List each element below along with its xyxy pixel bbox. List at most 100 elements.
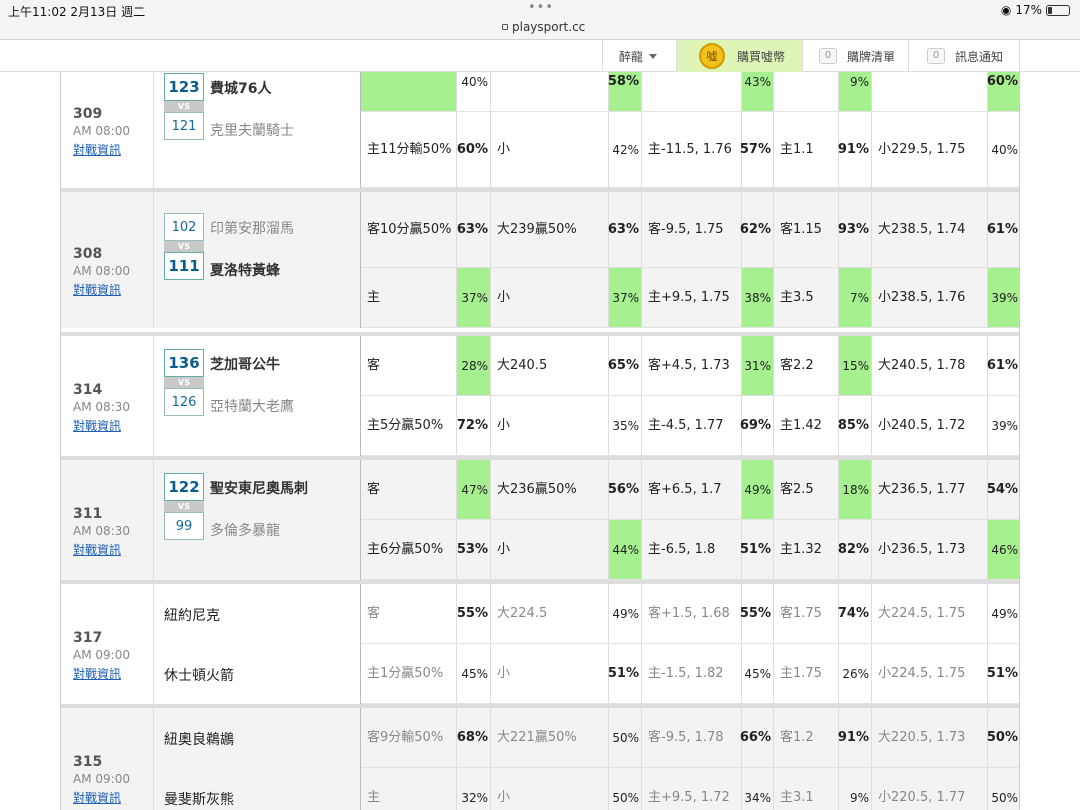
more-dots-icon[interactable]: ••• — [528, 0, 554, 15]
odds-cell[interactable]: 小220.5, 1.77 — [872, 768, 988, 810]
odds-cell[interactable]: 客 — [361, 460, 457, 520]
odds-cell[interactable]: 客-9.5, 1.78 — [642, 708, 742, 768]
odds-percent-cell[interactable]: 31% — [742, 336, 774, 396]
odds-percent-cell[interactable]: 62% — [740, 192, 774, 268]
matchup-info-link[interactable]: 對戰資訊 — [73, 541, 121, 558]
odds-cell[interactable]: 大236贏50% — [491, 460, 609, 520]
odds-percent-cell[interactable]: 43% — [742, 72, 774, 112]
odds-percent-cell[interactable]: 9% — [839, 72, 872, 112]
odds-cell[interactable]: 客 — [361, 336, 457, 396]
odds-cell[interactable]: 主 — [361, 768, 457, 810]
odds-percent-cell[interactable]: 61% — [987, 192, 1019, 268]
odds-percent-cell[interactable]: 15% — [839, 336, 872, 396]
odds-cell[interactable]: 客1.2 — [774, 708, 839, 768]
odds-cell[interactable]: 客1.15 — [774, 192, 839, 268]
odds-cell[interactable]: 大239贏50% — [491, 192, 609, 268]
odds-cell[interactable]: 小236.5, 1.73 — [872, 520, 988, 580]
odds-cell[interactable]: 主3.5 — [774, 268, 839, 328]
odds-percent-cell[interactable]: 42% — [609, 112, 642, 188]
odds-cell[interactable]: 客2.5 — [774, 460, 839, 520]
odds-percent-cell[interactable]: 50% — [987, 708, 1019, 768]
odds-percent-cell[interactable]: 49% — [988, 584, 1019, 644]
odds-percent-cell[interactable]: 18% — [839, 460, 872, 520]
odds-percent-cell[interactable]: 39% — [988, 268, 1019, 328]
odds-cell[interactable]: 主 — [361, 268, 457, 328]
matchup-info-link[interactable]: 對戰資訊 — [73, 281, 121, 298]
odds-percent-cell[interactable]: 50% — [988, 768, 1019, 810]
odds-percent-cell[interactable]: 58% — [608, 72, 642, 112]
odds-percent-cell[interactable]: 74% — [838, 584, 872, 644]
odds-percent-cell[interactable]: 72% — [457, 396, 491, 456]
matchup-info-link[interactable]: 對戰資訊 — [73, 665, 121, 682]
odds-cell[interactable]: 小 — [491, 396, 609, 456]
odds-percent-cell[interactable]: 91% — [838, 708, 872, 768]
odds-cell[interactable]: 主+9.5, 1.75 — [642, 268, 742, 328]
odds-percent-cell[interactable]: 50% — [609, 708, 642, 768]
odds-cell[interactable]: 主+9.5, 1.72 — [642, 768, 742, 810]
odds-cell[interactable]: 小 — [491, 520, 609, 580]
odds-percent-cell[interactable]: 44% — [609, 520, 642, 580]
odds-percent-cell[interactable]: 60% — [987, 72, 1019, 112]
odds-cell[interactable]: 主6分贏50% — [361, 520, 457, 580]
odds-percent-cell[interactable]: 40% — [457, 72, 491, 112]
odds-cell[interactable]: 主1分贏50% — [361, 644, 457, 704]
odds-cell[interactable]: 大221贏50% — [491, 708, 609, 768]
odds-percent-cell[interactable]: 55% — [457, 584, 491, 644]
odds-percent-cell[interactable]: 66% — [740, 708, 774, 768]
odds-percent-cell[interactable]: 68% — [457, 708, 491, 768]
odds-cell[interactable]: 客+11.5, 1.74 — [642, 72, 742, 112]
odds-cell[interactable]: 主-4.5, 1.77 — [642, 396, 742, 456]
odds-cell[interactable]: 主1.75 — [774, 644, 839, 704]
odds-cell[interactable]: 大220.5, 1.73 — [872, 708, 988, 768]
odds-cell[interactable]: 主1.32 — [774, 520, 839, 580]
odds-cell[interactable]: 大240.5, 1.78 — [872, 336, 988, 396]
odds-percent-cell[interactable]: 63% — [608, 192, 642, 268]
odds-cell[interactable]: 主11分輸50% — [361, 112, 457, 188]
odds-percent-cell[interactable]: 57% — [740, 112, 774, 188]
odds-cell[interactable]: 客-9.5, 1.75 — [642, 192, 742, 268]
odds-percent-cell[interactable]: 45% — [457, 644, 491, 704]
odds-cell[interactable]: 客+1.5, 1.68 — [642, 584, 742, 644]
odds-cell[interactable]: 小240.5, 1.72 — [872, 396, 988, 456]
odds-cell[interactable]: 客 — [361, 72, 457, 112]
odds-percent-cell[interactable]: 38% — [742, 268, 774, 328]
odds-percent-cell[interactable]: 47% — [457, 460, 491, 520]
odds-percent-cell[interactable]: 69% — [740, 396, 774, 456]
odds-cell[interactable]: 小229.5, 1.75 — [872, 112, 988, 188]
odds-cell[interactable]: 客10分贏50% — [361, 192, 457, 268]
odds-percent-cell[interactable]: 82% — [838, 520, 872, 580]
odds-percent-cell[interactable]: 56% — [608, 460, 642, 520]
odds-percent-cell[interactable]: 28% — [457, 336, 491, 396]
odds-cell[interactable]: 客9分輸50% — [361, 708, 457, 768]
odds-cell[interactable]: 大224.5 — [491, 584, 609, 644]
odds-percent-cell[interactable]: 46% — [988, 520, 1019, 580]
odds-percent-cell[interactable]: 51% — [608, 644, 642, 704]
odds-percent-cell[interactable]: 54% — [987, 460, 1019, 520]
odds-percent-cell[interactable]: 49% — [742, 460, 774, 520]
odds-cell[interactable]: 客1.75 — [774, 584, 839, 644]
odds-cell[interactable]: 小238.5, 1.76 — [872, 268, 988, 328]
odds-cell[interactable]: 主-1.5, 1.82 — [642, 644, 742, 704]
odds-cell[interactable]: 小224.5, 1.75 — [872, 644, 988, 704]
odds-percent-cell[interactable]: 39% — [988, 396, 1019, 456]
odds-cell[interactable]: 大230贏50% — [491, 72, 609, 112]
odds-cell[interactable]: 主-11.5, 1.76 — [642, 112, 742, 188]
odds-cell[interactable]: 大238.5, 1.74 — [872, 192, 988, 268]
odds-percent-cell[interactable]: 55% — [740, 584, 774, 644]
odds-cell[interactable]: 大240.5 — [491, 336, 609, 396]
odds-cell[interactable]: 主1.42 — [774, 396, 839, 456]
matchup-info-link[interactable]: 對戰資訊 — [73, 789, 121, 806]
address-bar[interactable]: playsport.cc — [502, 20, 585, 34]
odds-cell[interactable]: 客2.2 — [774, 336, 839, 396]
odds-percent-cell[interactable]: 91% — [838, 112, 872, 188]
matchup-info-link[interactable]: 對戰資訊 — [73, 417, 121, 434]
cart-button[interactable]: 0 購牌清單 — [802, 40, 908, 72]
odds-cell[interactable]: 大224.5, 1.75 — [872, 584, 988, 644]
odds-percent-cell[interactable]: 49% — [609, 584, 642, 644]
buy-coins-button[interactable]: 噓購買噓幣 — [676, 40, 802, 72]
odds-percent-cell[interactable]: 45% — [742, 644, 774, 704]
matchup-info-link[interactable]: 對戰資訊 — [73, 141, 121, 158]
odds-percent-cell[interactable]: 53% — [457, 520, 491, 580]
odds-cell[interactable]: 主3.1 — [774, 768, 839, 810]
odds-percent-cell[interactable]: 26% — [839, 644, 872, 704]
